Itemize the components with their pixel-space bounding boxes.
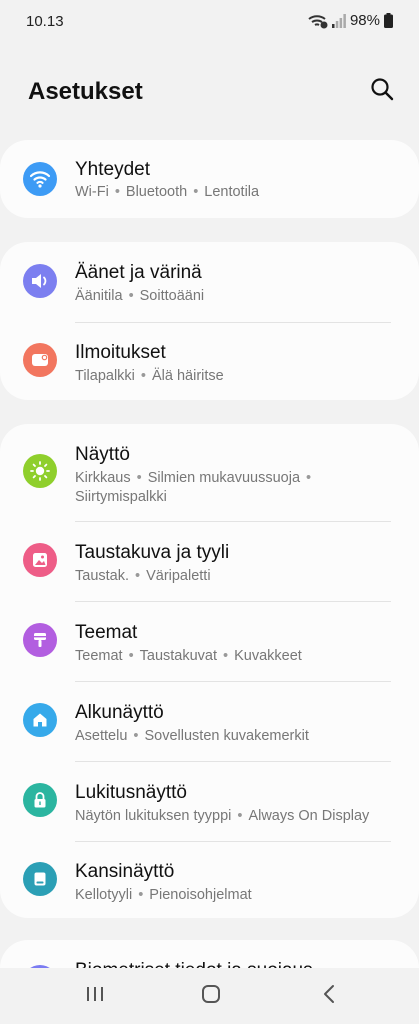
subtitle-part: Taustak. [75, 568, 129, 584]
item-subtitle: Kirkkaus • Silmien mukavuussuoja • Siirtymi… [75, 470, 312, 505]
subtitle-part: Always On Display [248, 808, 370, 824]
app-header: Asetukset [0, 60, 419, 124]
subtitle-part: Kellotyyli [75, 887, 133, 903]
home-icon [23, 703, 57, 737]
item-title: Kansinäyttö [75, 861, 175, 882]
subtitle-part: Sovellusten kuvakemerkit [144, 728, 309, 744]
search-button[interactable] [367, 76, 397, 106]
item-subtitle: Asettelu • Sovellusten kuvakemerkit [75, 728, 309, 744]
subtitle-part: Äänitila [75, 288, 123, 304]
subtitle-part: Pienoisohjelmat [149, 887, 252, 903]
subtitle-part: Teemat [75, 648, 123, 664]
settings-item-themes[interactable]: Teemat Teemat • Taustakuvat • Kuvakkeet [0, 602, 419, 682]
back-button[interactable] [309, 982, 349, 1010]
settings-group-sounds-notifications: Äänet ja värinä Äänitila • Soittoääni Ilmo… [0, 242, 419, 400]
settings-item-lock-screen[interactable]: Lukitusnäyttö Näytön lukituksen tyyppi • A… [0, 762, 419, 842]
wifi-icon [23, 162, 57, 196]
item-subtitle: Wi-Fi • Bluetooth • Lentotila [75, 184, 260, 200]
item-subtitle: Taustak. • Väripaletti [75, 568, 211, 584]
subtitle-part: Siirtymispalkki [75, 489, 167, 505]
recents-icon [84, 984, 106, 1009]
item-subtitle: Kellotyyli • Pienoisohjelmat [75, 887, 252, 903]
lock-icon [23, 783, 57, 817]
item-title: Ilmoitukset [75, 342, 166, 363]
page-title: Asetukset [28, 78, 143, 105]
settings-item-wallpaper[interactable]: Taustakuva ja tyyli Taustak. • Väripaletti [0, 522, 419, 602]
settings-item-home-screen[interactable]: Alkunäyttö Asettelu • Sovellusten kuvakeme… [0, 682, 419, 762]
subtitle-part: Taustakuvat [139, 648, 218, 664]
signal-icon [331, 13, 346, 28]
subtitle-part: Soittoääni [139, 288, 205, 304]
settings-item-cover-screen[interactable]: Kansinäyttö Kellotyyli • Pienoisohjelmat [0, 842, 419, 918]
item-subtitle: Teemat • Taustakuvat • Kuvakkeet [75, 648, 302, 664]
item-title: Näyttö [75, 444, 130, 465]
recents-button[interactable] [75, 982, 115, 1010]
speaker-icon [23, 264, 57, 298]
subtitle-part: Wi-Fi [75, 184, 109, 200]
item-subtitle: Äänitila • Soittoääni [75, 288, 205, 304]
subtitle-part: Kirkkaus [75, 470, 131, 486]
subtitle-part: Bluetooth [125, 184, 188, 200]
status-time: 10.13 [26, 13, 64, 30]
wifi-calling-icon [308, 13, 328, 29]
back-icon [319, 983, 339, 1010]
item-title: Teemat [75, 622, 138, 643]
status-icons: 98% [308, 12, 393, 29]
home-button-icon [200, 983, 222, 1010]
navigation-bar [0, 968, 419, 1024]
settings-group-display: Näyttö Kirkkaus • Silmien mukavuussuoja • S… [0, 424, 419, 918]
subtitle-part: Näytön lukituksen tyyppi [75, 808, 232, 824]
item-title: Taustakuva ja tyyli [75, 542, 230, 563]
item-title: Yhteydet [75, 159, 150, 180]
brightness-icon [23, 454, 57, 488]
settings-item-display[interactable]: Näyttö Kirkkaus • Silmien mukavuussuoja • S… [0, 424, 419, 522]
themes-icon [23, 623, 57, 657]
search-icon [370, 77, 394, 106]
settings-item-connections[interactable]: Yhteydet Wi-Fi • Bluetooth • Lentotila [0, 140, 419, 218]
subtitle-part: Väripaletti [146, 568, 211, 584]
subtitle-part: Kuvakkeet [234, 648, 302, 664]
subtitle-part: Asettelu [75, 728, 128, 744]
item-subtitle: Tilapalkki • Älä häiritse [75, 368, 224, 384]
battery-icon [384, 13, 393, 28]
home-button[interactable] [191, 982, 231, 1010]
item-title: Äänet ja värinä [75, 262, 202, 283]
settings-group-connections: Yhteydet Wi-Fi • Bluetooth • Lentotila [0, 140, 419, 218]
item-title: Lukitusnäyttö [75, 782, 187, 803]
settings-item-notifications[interactable]: Ilmoitukset Tilapalkki • Älä häiritse [0, 322, 419, 400]
item-subtitle: Näytön lukituksen tyyppi • Always On Displ… [75, 808, 370, 824]
subtitle-part: Silmien mukavuussuoja [147, 470, 301, 486]
cover-screen-icon [23, 862, 57, 896]
subtitle-part: Älä häiritse [151, 368, 224, 384]
wallpaper-icon [23, 543, 57, 577]
subtitle-part: Tilapalkki [75, 368, 135, 384]
notification-icon [23, 343, 57, 377]
item-title: Alkunäyttö [75, 702, 164, 723]
status-bar: 10.13 98% [0, 0, 419, 44]
battery-percent: 98% [349, 12, 380, 29]
settings-item-sounds[interactable]: Äänet ja värinä Äänitila • Soittoääni [0, 242, 419, 322]
subtitle-part: Lentotila [204, 184, 260, 200]
